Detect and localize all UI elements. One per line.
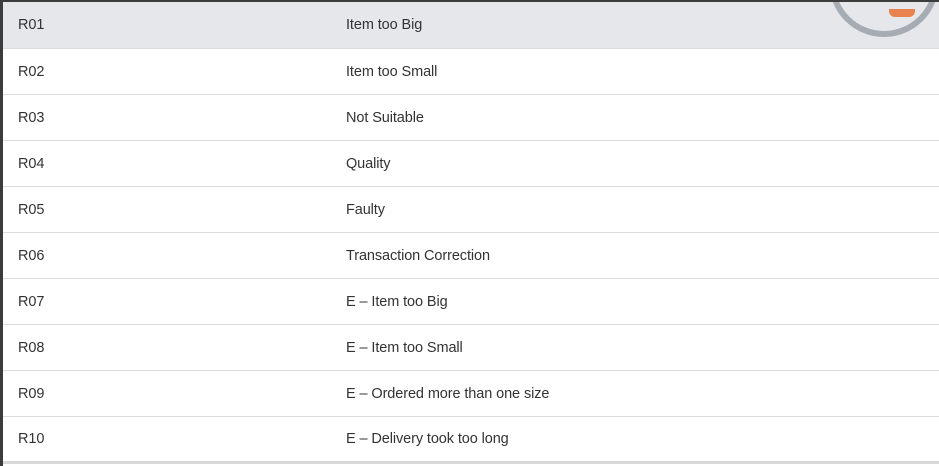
reason-code-cell: R09 <box>18 385 45 402</box>
reason-codes-table: R01 Item too Big R02 Item too Small R03 … <box>3 2 939 464</box>
table-row[interactable]: R09 E – Ordered more than one size <box>3 371 939 417</box>
reason-description-cell: Not Suitable <box>346 109 424 126</box>
reason-code-cell: R03 <box>18 109 45 126</box>
reason-code-cell: R10 <box>18 431 45 447</box>
reason-description-cell: Item too Small <box>346 63 438 80</box>
table-row[interactable]: R08 E – Item too Small <box>3 325 939 371</box>
reason-code-cell: R04 <box>18 155 45 172</box>
reason-codes-panel: R01 Item too Big R02 Item too Small R03 … <box>0 0 939 466</box>
table-row[interactable]: R07 E – Item too Big <box>3 279 939 325</box>
reason-description-cell: Faulty <box>346 201 385 218</box>
table-row[interactable]: R05 Faulty <box>3 187 939 233</box>
table-row[interactable]: R02 Item too Small <box>3 49 939 95</box>
reason-description-cell: E – Item too Big <box>346 293 448 310</box>
table-row[interactable]: R06 Transaction Correction <box>3 233 939 279</box>
reason-description-cell: E – Ordered more than one size <box>346 385 550 402</box>
reason-description-cell: Quality <box>346 155 391 172</box>
table-row[interactable]: R01 Item too Big <box>3 2 939 49</box>
table-row[interactable]: R04 Quality <box>3 141 939 187</box>
reason-code-cell: R07 <box>18 293 45 310</box>
reason-code-cell: R01 <box>18 17 45 33</box>
table-row[interactable]: R10 E – Delivery took too long <box>3 417 939 464</box>
reason-description-cell: E – Delivery took too long <box>346 431 509 447</box>
table-row[interactable]: R03 Not Suitable <box>3 95 939 141</box>
reason-code-cell: R02 <box>18 63 45 80</box>
reason-code-cell: R08 <box>18 339 45 356</box>
reason-code-cell: R06 <box>18 247 45 264</box>
reason-code-cell: R05 <box>18 201 45 218</box>
avatar-badge-icon <box>889 9 915 17</box>
reason-description-cell: E – Item too Small <box>346 339 463 356</box>
reason-description-cell: Transaction Correction <box>346 247 490 264</box>
